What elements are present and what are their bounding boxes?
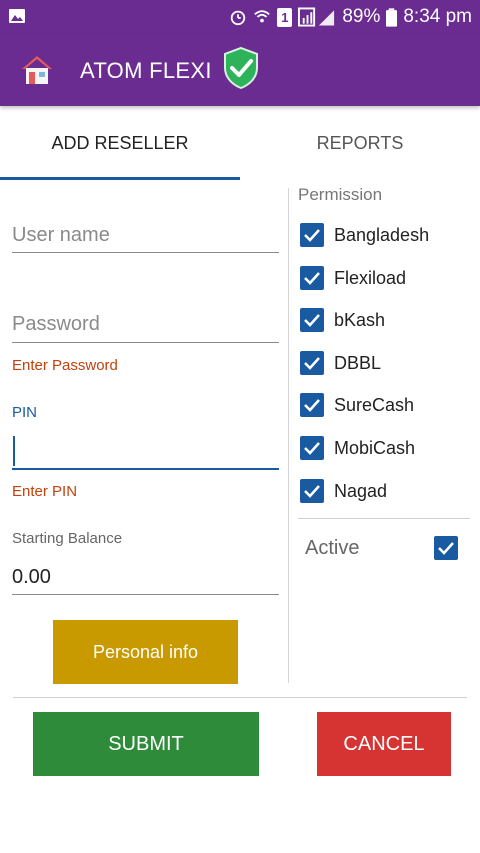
permission-separator [298,518,470,519]
permission-label: DBBL [334,352,382,373]
checkbox-checked-icon[interactable] [300,308,324,332]
tab-indicator [0,177,240,180]
active-label: Active [305,537,360,559]
cancel-label: CANCEL [343,732,425,755]
permission-flexiload[interactable]: Flexiload [300,263,406,293]
permission-label: MobiCash [334,437,416,458]
app-bar: ATOM FLEXI [0,34,480,106]
permission-label: Bangladesh [334,224,430,245]
permission-label: bKash [334,309,386,330]
column-divider [288,188,289,683]
clock: 8:34 pm [403,6,472,27]
permission-label: Flexiload [334,267,407,288]
personal-info-button[interactable]: Personal info [53,620,238,684]
password-error: Enter Password [12,357,118,374]
balance-underline [12,594,279,595]
permission-mobicash[interactable]: MobiCash [300,433,415,463]
pin-field[interactable] [12,430,279,468]
battery-icon [386,7,398,27]
home-icon[interactable] [20,54,54,86]
username-field[interactable]: User name [12,224,110,247]
permission-bangladesh[interactable]: Bangladesh [300,220,429,250]
signal-icon [298,7,335,27]
permission-surecash[interactable]: SureCash [300,390,414,420]
submit-label: SUBMIT [108,732,184,755]
checkbox-checked-icon[interactable] [300,436,324,460]
tab-reports[interactable]: REPORTS [240,106,480,180]
alarm-icon [231,10,246,26]
shield-check-icon [224,46,258,90]
tab-reports-label: REPORTS [316,132,404,153]
permission-label: Nagad [334,480,388,501]
permission-title: Permission [298,185,383,204]
username-underline [12,252,279,253]
balance-field[interactable]: 0.00 [12,566,51,589]
pin-error: Enter PIN [12,483,78,500]
permission-bkash[interactable]: bKash [300,305,385,335]
status-bar: 1 89% 8:34 pm [0,0,480,34]
battery-percent: 89% [342,6,381,27]
active-checkbox[interactable] [434,536,458,560]
permission-nagad[interactable]: Nagad [300,476,387,506]
permission-label: SureCash [334,394,415,415]
checkbox-checked-icon[interactable] [300,393,324,417]
footer-divider [13,697,467,698]
permission-dbbl[interactable]: DBBL [300,348,381,378]
tab-add-reseller-label: ADD RESELLER [51,132,189,153]
balance-label: Starting Balance [12,530,123,547]
tab-add-reseller[interactable]: ADD RESELLER [0,106,240,180]
password-field[interactable]: Password [12,313,100,336]
pin-underline [12,468,279,470]
pin-label: PIN [12,404,38,421]
submit-button[interactable]: SUBMIT [33,712,259,776]
password-underline [12,342,279,343]
app-title: ATOM FLEXI [80,58,212,83]
checkbox-checked-icon[interactable] [300,351,324,375]
personal-info-label: Personal info [92,641,199,662]
checkbox-checked-icon[interactable] [300,223,324,247]
cancel-button[interactable]: CANCEL [317,712,451,776]
checkbox-checked-icon[interactable] [300,266,324,290]
wifi-icon [254,10,271,23]
image-icon [9,9,25,23]
sim-icon: 1 [277,7,293,27]
checkbox-checked-icon[interactable] [300,479,324,503]
